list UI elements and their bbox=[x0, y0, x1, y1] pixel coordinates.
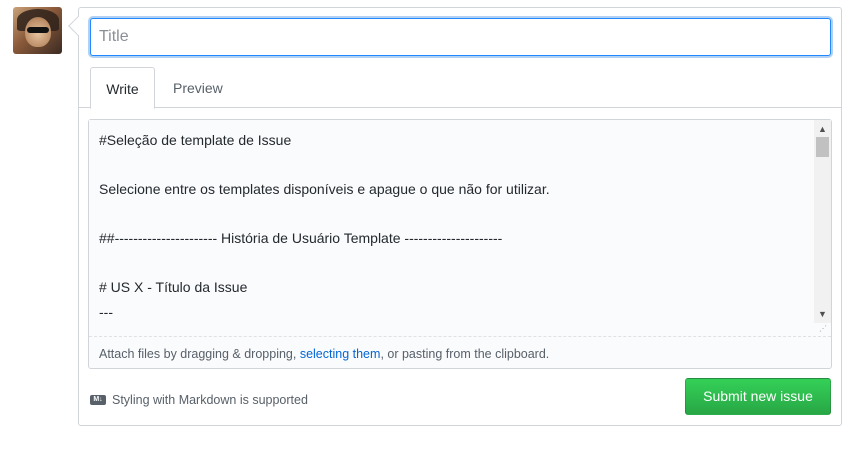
avatar-sunglasses bbox=[27, 27, 49, 33]
new-issue-form: Write Preview #Seleção de template de Is… bbox=[68, 7, 842, 426]
body-line bbox=[99, 153, 807, 178]
select-files-link[interactable]: selecting them bbox=[300, 347, 381, 361]
body-line: Selecione entre os templates disponíveis… bbox=[99, 181, 550, 197]
body-line: ##---------------------- História de Usu… bbox=[99, 230, 503, 246]
scroll-up-arrow-icon[interactable]: ▲ bbox=[814, 122, 831, 136]
body-line: --- bbox=[99, 303, 113, 320]
textarea-scrollbar[interactable]: ▲ ▼ bbox=[814, 120, 831, 323]
body-line bbox=[99, 202, 807, 227]
tab-preview[interactable]: Preview bbox=[159, 67, 237, 108]
scroll-thumb[interactable] bbox=[816, 137, 829, 157]
body-line: # US X - Título da Issue bbox=[99, 279, 248, 295]
editor-tabs: Write Preview bbox=[79, 67, 841, 109]
card-pointer bbox=[68, 16, 88, 36]
issue-title-input[interactable] bbox=[90, 18, 831, 56]
comment-editor: #Seleção de template de Issue Selecione … bbox=[88, 119, 832, 369]
body-line: #Seleção de template de Issue bbox=[99, 132, 292, 148]
resize-grip-icon[interactable]: ⋰ bbox=[819, 325, 828, 334]
attach-text-suffix: , or pasting from the clipboard. bbox=[380, 347, 550, 361]
body-line bbox=[99, 251, 807, 276]
issue-body-textarea[interactable]: #Seleção de template de Issue Selecione … bbox=[89, 120, 831, 336]
markdown-support-note[interactable]: M↓ Styling with Markdown is supported bbox=[90, 390, 308, 410]
scroll-down-arrow-icon[interactable]: ▼ bbox=[814, 307, 831, 321]
submit-new-issue-button[interactable]: Submit new issue bbox=[685, 378, 831, 415]
tab-write[interactable]: Write bbox=[90, 67, 155, 109]
user-avatar[interactable] bbox=[13, 7, 62, 54]
attach-text-prefix: Attach files by dragging & dropping, bbox=[99, 347, 300, 361]
attach-files-bar[interactable]: Attach files by dragging & dropping, sel… bbox=[89, 336, 831, 368]
markdown-icon: M↓ bbox=[90, 394, 106, 405]
markdown-note-text: Styling with Markdown is supported bbox=[112, 393, 308, 407]
